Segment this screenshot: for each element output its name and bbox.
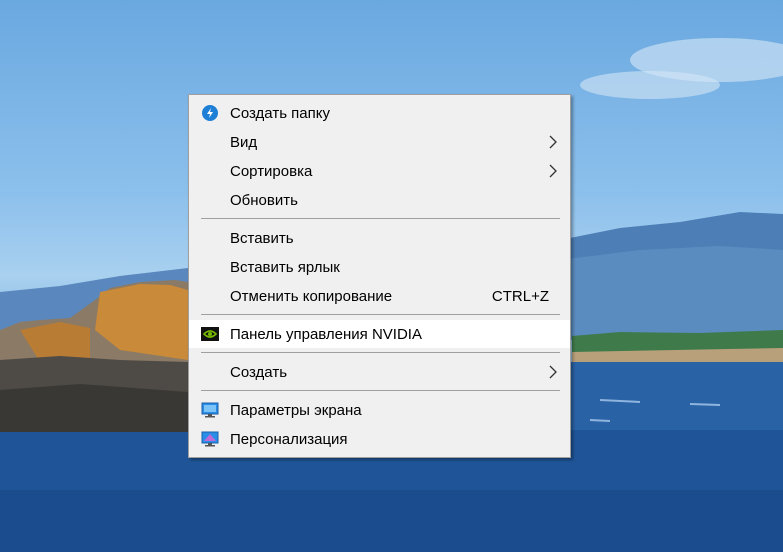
new-folder-icon: [201, 105, 219, 121]
menu-item-label: Вставить ярлык: [230, 258, 340, 276]
menu-item-label: Вид: [230, 133, 258, 151]
menu-item-label: Создать: [230, 363, 288, 381]
chevron-right-icon: [549, 164, 557, 178]
menu-item-label: Вставить: [230, 229, 294, 247]
nvidia-icon: [201, 326, 219, 342]
menu-separator: [201, 352, 560, 353]
chevron-right-icon: [549, 365, 557, 379]
personalization-icon: [201, 431, 219, 447]
menu-item-label: Сортировка: [230, 162, 313, 180]
menu-item-label: Создать папку: [230, 104, 330, 122]
display-settings-icon: [201, 402, 219, 418]
menu-item-sort[interactable]: Сортировка: [189, 157, 570, 185]
menu-item-nvidia-control-panel[interactable]: Панель управления NVIDIA: [189, 320, 570, 348]
menu-item-new-folder[interactable]: Создать папку: [189, 99, 570, 127]
chevron-right-icon: [549, 135, 557, 149]
menu-item-view[interactable]: Вид: [189, 128, 570, 156]
menu-item-personalization[interactable]: Персонализация: [189, 425, 570, 453]
menu-item-label: Отменить копирование: [230, 287, 393, 305]
menu-item-undo-copy[interactable]: Отменить копирование CTRL+Z: [189, 282, 570, 310]
desktop-background[interactable]: Создать папку Вид Сортировка Обновить Вс…: [0, 0, 783, 552]
menu-item-label: Обновить: [230, 191, 298, 209]
menu-item-label: Панель управления NVIDIA: [230, 325, 422, 343]
menu-item-refresh[interactable]: Обновить: [189, 186, 570, 214]
menu-item-label: Параметры экрана: [230, 401, 362, 419]
menu-item-shortcut: CTRL+Z: [491, 287, 549, 305]
menu-separator: [201, 314, 560, 315]
menu-item-label: Персонализация: [230, 430, 348, 448]
desktop-context-menu: Создать папку Вид Сортировка Обновить Вс…: [188, 94, 571, 458]
menu-separator: [201, 390, 560, 391]
menu-item-new[interactable]: Создать: [189, 358, 570, 386]
menu-item-paste-shortcut[interactable]: Вставить ярлык: [189, 253, 570, 281]
menu-item-display-settings[interactable]: Параметры экрана: [189, 396, 570, 424]
menu-separator: [201, 218, 560, 219]
menu-item-paste[interactable]: Вставить: [189, 224, 570, 252]
